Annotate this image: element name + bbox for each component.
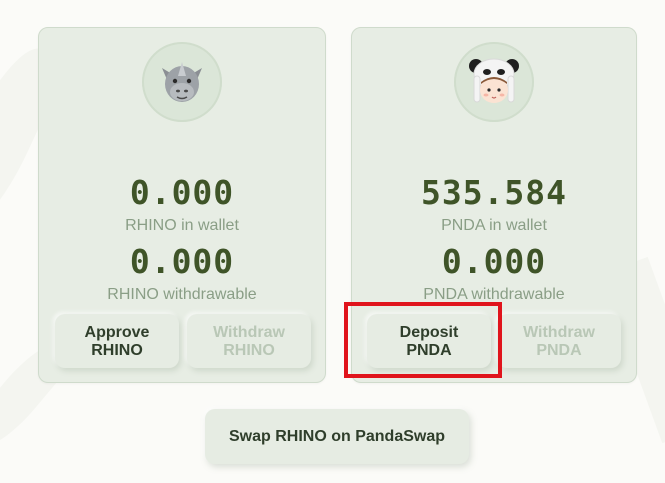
approve-rhino-button[interactable]: Approve RHINO	[55, 314, 179, 368]
deposit-pnda-button[interactable]: Deposit PNDA	[367, 314, 491, 368]
rhino-withdrawable-caption: RHINO withdrawable	[107, 286, 257, 303]
pnda-wallet-caption: PNDA in wallet	[441, 217, 547, 234]
pnda-withdrawable-amount: 0.000	[441, 242, 547, 281]
rhino-wallet-caption: RHINO in wallet	[125, 217, 239, 234]
withdraw-pnda-button[interactable]: Withdraw PNDA	[497, 314, 621, 368]
pnda-withdrawable-caption: PNDA withdrawable	[423, 286, 565, 303]
rhino-wallet-amount: 0.000	[129, 173, 235, 212]
rhino-token-card: 0.000 RHINO in wallet 0.000 RHINO withdr…	[38, 27, 326, 383]
panda-hat-face-icon	[469, 58, 519, 103]
rhino-avatar	[142, 42, 222, 122]
rhino-withdrawable-amount: 0.000	[129, 242, 235, 281]
swap-rhino-button[interactable]: Swap RHINO on PandaSwap	[205, 409, 469, 464]
rhino-face-icon	[162, 62, 202, 102]
pnda-wallet-amount: 535.584	[420, 173, 568, 212]
pnda-avatar	[454, 42, 534, 122]
withdraw-rhino-button[interactable]: Withdraw RHINO	[187, 314, 311, 368]
pnda-token-card: 535.584 PNDA in wallet 0.000 PNDA withdr…	[351, 27, 637, 383]
